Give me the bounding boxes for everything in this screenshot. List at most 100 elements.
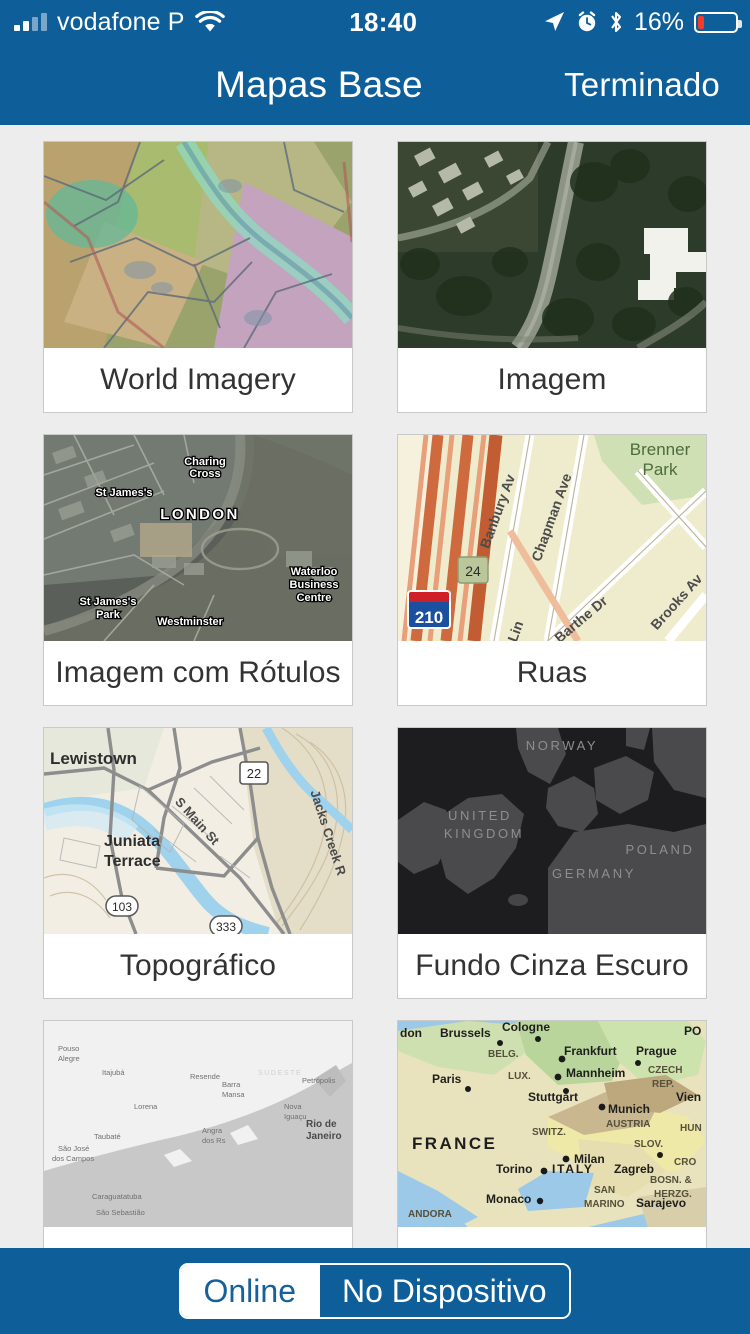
svg-text:Petrópolis: Petrópolis [302, 1076, 336, 1085]
svg-text:Mansa: Mansa [222, 1090, 245, 1099]
svg-text:Brussels: Brussels [440, 1026, 491, 1040]
svg-text:NORWAY: NORWAY [526, 738, 598, 753]
svg-text:Waterloo: Waterloo [291, 566, 338, 578]
bottom-toolbar: Online No Dispositivo [0, 1248, 750, 1334]
svg-text:Monaco: Monaco [486, 1192, 531, 1206]
svg-text:REP.: REP. [652, 1079, 674, 1090]
svg-text:Torino: Torino [496, 1162, 532, 1176]
svg-text:Park: Park [96, 609, 121, 621]
svg-text:Frankfurt: Frankfurt [564, 1044, 617, 1058]
svg-text:dos Campos: dos Campos [52, 1154, 94, 1163]
svg-text:Lewistown: Lewistown [50, 749, 137, 768]
basemap-thumbnail-imagem-com-rotulos: Charing Cross St James's LONDON Waterloo… [44, 435, 352, 641]
svg-text:BELG.: BELG. [488, 1049, 519, 1060]
svg-text:Zagreb: Zagreb [614, 1162, 654, 1176]
svg-text:Munich: Munich [608, 1102, 650, 1116]
svg-text:don: don [400, 1026, 422, 1040]
svg-text:CZECH: CZECH [648, 1065, 682, 1076]
basemap-label: Imagem [398, 348, 706, 412]
svg-text:St James's: St James's [79, 596, 136, 608]
navigation-bar: Mapas Base Terminado [0, 44, 750, 125]
status-bar-right: 16% [542, 8, 750, 37]
basemap-label: Imagem com Rótulos [44, 641, 352, 705]
svg-text:Mannheim: Mannheim [566, 1066, 625, 1080]
svg-text:Caraguatatuba: Caraguatatuba [92, 1192, 142, 1201]
svg-text:Park: Park [643, 460, 678, 479]
svg-text:São Sebastião: São Sebastião [96, 1208, 145, 1217]
basemap-card-light-gray-canvas[interactable]: Pouso Alegre Itajubá Resende Barra Mansa P… [43, 1020, 353, 1248]
segment-no-dispositivo[interactable]: No Dispositivo [317, 1265, 569, 1317]
svg-text:Business: Business [290, 579, 339, 591]
basemap-card-world-imagery[interactable]: World Imagery [43, 141, 353, 413]
basemap-card-imagem[interactable]: Imagem [397, 141, 707, 413]
svg-text:103: 103 [112, 900, 132, 914]
svg-text:Charing: Charing [184, 456, 226, 468]
svg-text:Paris: Paris [432, 1072, 462, 1086]
app-root: vodafone P 18:40 16% Mapas Base Terminad… [0, 0, 750, 1334]
svg-text:GERMANY: GERMANY [552, 866, 636, 881]
svg-text:POLAND: POLAND [625, 842, 694, 857]
basemap-thumbnail-topografico: 22 103 333 Lewistown Juniata Terrace S M… [44, 728, 352, 934]
svg-text:St James's: St James's [95, 487, 152, 499]
bluetooth-icon [608, 10, 624, 34]
svg-text:Pouso: Pouso [58, 1044, 79, 1053]
basemap-card-imagem-com-rotulos[interactable]: Charing Cross St James's LONDON Waterloo… [43, 434, 353, 706]
basemap-thumbnail-imagem [398, 142, 706, 348]
svg-text:Stuttgart: Stuttgart [528, 1090, 578, 1104]
svg-text:FRANCE: FRANCE [412, 1134, 497, 1153]
segment-online[interactable]: Online [181, 1265, 318, 1317]
svg-text:SUDESTE: SUDESTE [258, 1070, 302, 1077]
svg-text:Lorena: Lorena [134, 1102, 158, 1111]
basemap-label: Ruas [398, 641, 706, 705]
basemap-card-terrain-europe[interactable]: don Brussels Cologne PO BELG. Frankfurt … [397, 1020, 707, 1248]
svg-text:Terrace: Terrace [104, 853, 161, 870]
svg-text:SAN: SAN [594, 1185, 615, 1196]
svg-text:Janeiro: Janeiro [306, 1131, 342, 1142]
svg-text:22: 22 [247, 766, 261, 781]
basemap-label: World Imagery [44, 348, 352, 412]
svg-text:Taubaté: Taubaté [94, 1132, 121, 1141]
carrier-label: vodafone P [57, 7, 185, 36]
svg-text:Alegre: Alegre [58, 1054, 80, 1063]
svg-text:Barra: Barra [222, 1080, 241, 1089]
basemap-card-fundo-cinza-escuro[interactable]: NORWAY UNITED KINGDOM POLAND GERMANY Fun… [397, 727, 707, 999]
svg-text:Centre: Centre [297, 592, 332, 604]
basemap-thumbnail-terrain-europe: don Brussels Cologne PO BELG. Frankfurt … [398, 1021, 706, 1227]
svg-text:ANDORA: ANDORA [408, 1209, 452, 1220]
basemap-grid: World Imagery Imagem Charing Cross St Ja… [0, 125, 750, 1248]
svg-text:Cross: Cross [189, 468, 220, 480]
status-bar-left: vodafone P [0, 8, 225, 37]
svg-text:UNITED: UNITED [448, 808, 512, 823]
status-bar-center: 18:40 [225, 7, 542, 38]
svg-text:210: 210 [415, 608, 443, 627]
svg-text:Angra: Angra [202, 1126, 223, 1135]
svg-text:MARINO: MARINO [584, 1199, 625, 1210]
svg-text:KINGDOM: KINGDOM [444, 826, 524, 841]
basemap-card-ruas[interactable]: 24 210 Banbury Av Chapman Ave Barthe Dr [397, 434, 707, 706]
svg-text:Vien: Vien [676, 1090, 701, 1104]
svg-text:BOSN. &: BOSN. & [650, 1175, 692, 1186]
signal-bars-icon [14, 13, 47, 31]
battery-percent-label: 16% [633, 7, 684, 36]
basemap-card-topografico[interactable]: 22 103 333 Lewistown Juniata Terrace S M… [43, 727, 353, 999]
basemap-thumbnail-ruas: 24 210 Banbury Av Chapman Ave Barthe Dr [398, 435, 706, 641]
location-arrow-icon [542, 10, 566, 34]
svg-text:333: 333 [216, 920, 236, 934]
alarm-clock-icon [576, 11, 598, 33]
basemap-gallery[interactable]: World Imagery Imagem Charing Cross St Ja… [0, 125, 750, 1248]
svg-text:Nova: Nova [284, 1102, 302, 1111]
basemap-label [44, 1227, 352, 1248]
svg-text:Juniata: Juniata [104, 833, 160, 850]
clock-label: 18:40 [349, 6, 418, 37]
svg-text:ITALY: ITALY [552, 1162, 594, 1176]
svg-text:SWITZ.: SWITZ. [532, 1127, 566, 1138]
svg-text:24: 24 [465, 563, 481, 579]
svg-text:LONDON: LONDON [160, 506, 239, 523]
svg-text:SLOV.: SLOV. [634, 1139, 663, 1150]
done-button[interactable]: Terminado [564, 66, 720, 104]
svg-text:Itajubá: Itajubá [102, 1068, 125, 1077]
svg-text:Iguaçu: Iguaçu [284, 1112, 307, 1121]
status-bar: vodafone P 18:40 16% [0, 0, 750, 44]
source-segmented-control[interactable]: Online No Dispositivo [179, 1263, 571, 1319]
svg-text:dos Rs: dos Rs [202, 1136, 226, 1145]
